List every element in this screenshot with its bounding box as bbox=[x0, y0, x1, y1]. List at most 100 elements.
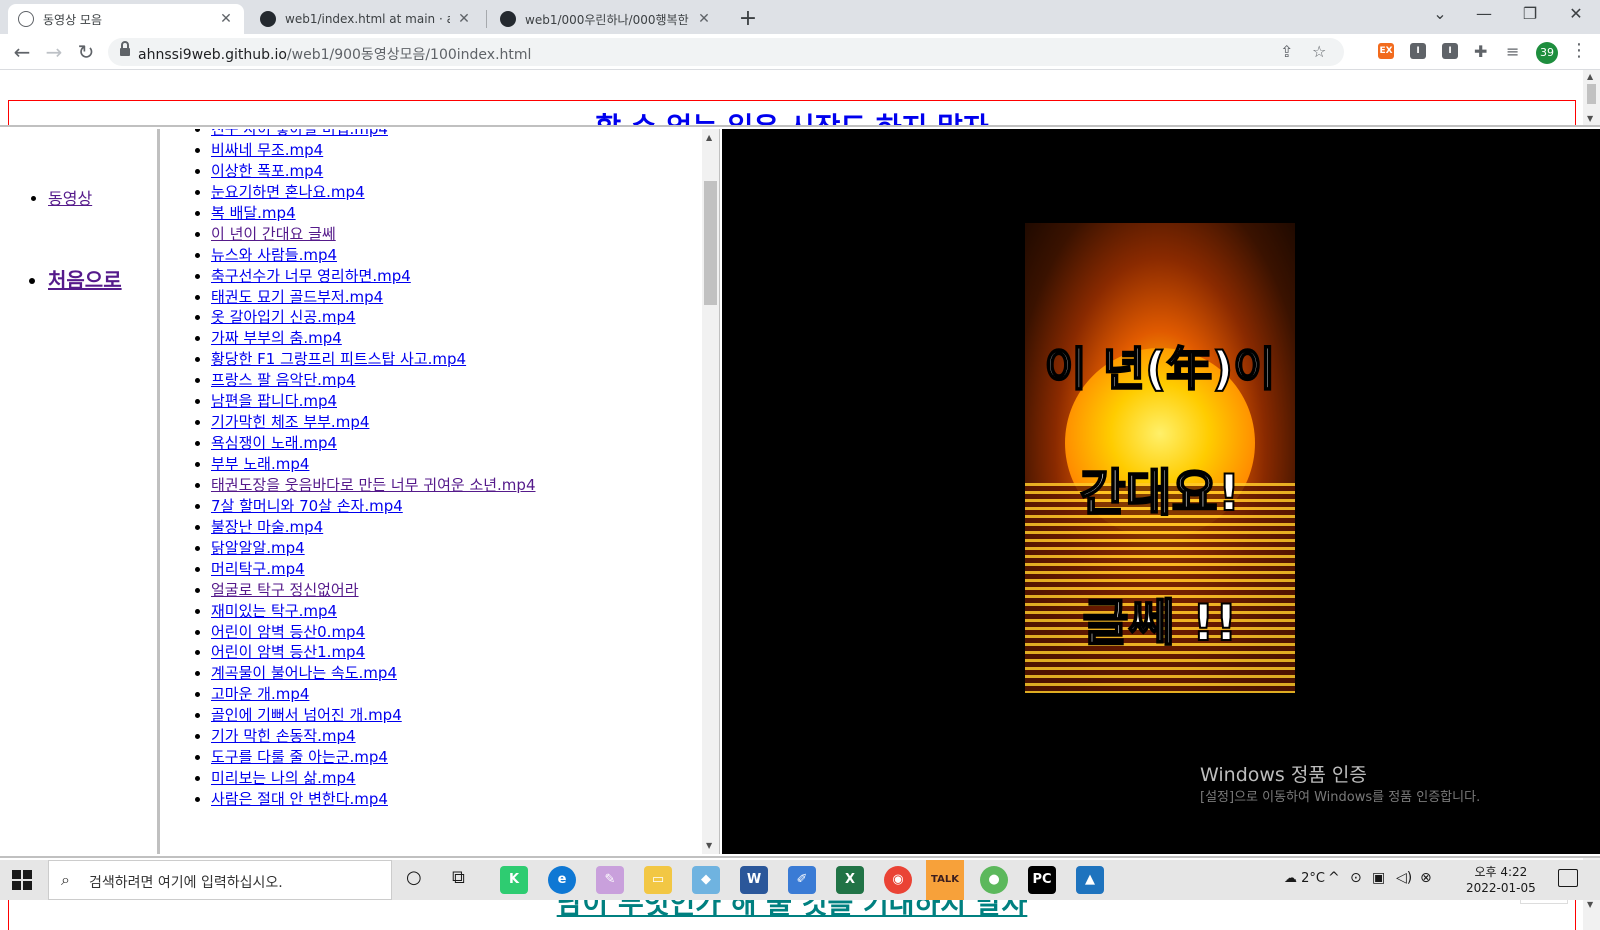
scroll-thumb[interactable] bbox=[704, 181, 717, 305]
video-link[interactable]: 욕심쟁이 노래.mp4 bbox=[211, 434, 337, 452]
video-link[interactable]: 재미있는 탁구.mp4 bbox=[211, 602, 337, 620]
video-link[interactable]: 축구선수가 너무 영리하면.mp4 bbox=[211, 267, 411, 285]
scroll-down-arrow-icon[interactable]: ▼ bbox=[1587, 900, 1593, 909]
close-tab-icon[interactable]: ✕ bbox=[218, 11, 234, 27]
cortana-icon[interactable]: ○ bbox=[406, 867, 422, 888]
video-link[interactable]: 태권도 묘기 골드부저.mp4 bbox=[211, 288, 383, 306]
scroll-up-arrow-icon[interactable]: ▲ bbox=[706, 133, 712, 142]
task-view-icon[interactable]: ⧉ bbox=[452, 867, 465, 888]
video-link[interactable]: 불장난 마술.mp4 bbox=[211, 518, 323, 536]
excel-icon[interactable]: X bbox=[836, 866, 864, 894]
chat-app-icon[interactable]: ● bbox=[980, 866, 1008, 894]
scroll-thumb[interactable] bbox=[1587, 84, 1596, 104]
back-button[interactable]: ← bbox=[10, 40, 34, 64]
share-icon[interactable]: ⇪ bbox=[1280, 42, 1293, 61]
volume-icon[interactable]: ◁) bbox=[1396, 870, 1412, 886]
video-link[interactable]: 프랑스 팔 음악단.mp4 bbox=[211, 371, 356, 389]
kotlin-app-icon[interactable]: K bbox=[500, 866, 528, 894]
scroll-down-arrow-icon[interactable]: ▼ bbox=[1587, 114, 1593, 123]
video-link[interactable]: 미리보는 나의 삶.mp4 bbox=[211, 769, 356, 787]
nav-link-home[interactable]: 처음으로 bbox=[48, 268, 122, 292]
file-explorer-icon[interactable]: ▭ bbox=[644, 866, 672, 894]
video-link[interactable]: 고마운 개.mp4 bbox=[211, 685, 309, 703]
extension-reader2-icon[interactable]: I bbox=[1442, 43, 1458, 59]
lock-icon[interactable] bbox=[120, 41, 130, 57]
video-link[interactable]: 기가막힌 체조 부부.mp4 bbox=[211, 413, 369, 431]
video-link[interactable]: 눈요기하면 혼나요.mp4 bbox=[211, 183, 365, 201]
browser-menu-icon[interactable]: ⋮ bbox=[1570, 40, 1588, 61]
video-list-item: 닭알알알.mp4 bbox=[211, 538, 536, 559]
video-link[interactable]: 가짜 부부의 춤.mp4 bbox=[211, 329, 342, 347]
video-link[interactable]: 어린이 암벽 등산1.mp4 bbox=[211, 643, 365, 661]
video-link[interactable]: 부부 노래.mp4 bbox=[211, 455, 309, 473]
ime-mode-icon[interactable]: ⊗ bbox=[1420, 870, 1432, 886]
minimize-button[interactable]: — bbox=[1464, 4, 1504, 23]
video-link[interactable]: 친구 사이 좋아질 비법.mp4 bbox=[211, 129, 388, 138]
video-link[interactable]: 7살 할머니와 70살 손자.mp4 bbox=[211, 497, 403, 515]
tab-github-happy-life[interactable]: web1/000우린하나/000행복한 삶 ✕ bbox=[490, 4, 722, 34]
tray-app-icon[interactable]: ⊙ bbox=[1350, 870, 1362, 886]
video-link[interactable]: 얼굴로 탁구 정신없어라 bbox=[211, 581, 359, 599]
video-list-scrollbar[interactable]: ▲ ▼ bbox=[702, 129, 719, 854]
tab-search-chevron-icon[interactable]: ⌄ bbox=[1420, 4, 1460, 23]
taskbar-clock[interactable]: 오후 4:22 2022-01-05 bbox=[1466, 864, 1536, 896]
nav-link-video[interactable]: 동영상 bbox=[48, 189, 92, 208]
puzzle-extensions-icon[interactable]: ✚ bbox=[1474, 42, 1487, 61]
video-link[interactable]: 도구를 다룰 줄 아는군.mp4 bbox=[211, 748, 388, 766]
video-link[interactable]: 복 배달.mp4 bbox=[211, 204, 296, 222]
video-link[interactable]: 어린이 암벽 등산0.mp4 bbox=[211, 623, 365, 641]
video-thumbnail[interactable]: 이 년(年)이 간대요! 글쎄 !! bbox=[1025, 223, 1295, 693]
weather-widget[interactable]: ☁ 2°C bbox=[1284, 871, 1325, 886]
scroll-down-arrow-icon[interactable]: ▼ bbox=[706, 841, 712, 850]
video-link[interactable]: 옷 갈아입기 신공.mp4 bbox=[211, 308, 356, 326]
paint-icon[interactable]: ✎ bbox=[596, 866, 624, 894]
video-link[interactable]: 태권도장을 웃음바다로 만든 너무 귀여운 소년.mp4 bbox=[211, 476, 536, 494]
video-link[interactable]: 남편을 팝니다.mp4 bbox=[211, 392, 337, 410]
edge-browser-icon[interactable]: e bbox=[548, 866, 576, 894]
video-link[interactable]: 머리탁구.mp4 bbox=[211, 560, 305, 578]
address-bar[interactable]: ahnssi9web.github.io/web1/900동영상모음/100in… bbox=[108, 38, 1344, 66]
tab-github-index[interactable]: web1/index.html at main · ahnssi ✕ bbox=[250, 4, 482, 34]
windows-start-icon[interactable] bbox=[12, 870, 32, 890]
close-tab-icon[interactable]: ✕ bbox=[456, 11, 472, 27]
video-link[interactable]: 계곡물이 불어나는 속도.mp4 bbox=[211, 664, 397, 682]
media-queue-icon[interactable]: ≡ bbox=[1506, 42, 1519, 61]
video-link[interactable]: 이상한 폭포.mp4 bbox=[211, 162, 323, 180]
notes-app-icon[interactable]: ◆ bbox=[692, 866, 720, 894]
notification-center-icon[interactable] bbox=[1558, 869, 1578, 887]
video-link[interactable]: 닭알알알.mp4 bbox=[211, 539, 305, 557]
top-heading[interactable]: 할 수 없는 일은 시작도 하지 말자 bbox=[0, 106, 1584, 125]
video-link[interactable]: 골인에 기뻐서 넘어진 개.mp4 bbox=[211, 706, 402, 724]
top-frame: 할 수 없는 일은 시작도 하지 말자 ▲ ▼ bbox=[0, 70, 1600, 127]
video-link[interactable]: 뉴스와 사람들.mp4 bbox=[211, 246, 337, 264]
close-window-button[interactable]: ✕ bbox=[1556, 4, 1596, 23]
tab-video-collection[interactable]: 동영상 모음 ✕ bbox=[8, 4, 244, 34]
new-tab-button[interactable]: + bbox=[736, 6, 760, 31]
video-link[interactable]: 황당한 F1 그랑프리 피트스탑 사고.mp4 bbox=[211, 350, 466, 368]
editor-app-icon[interactable]: ✐ bbox=[788, 866, 816, 894]
reload-button[interactable]: ↻ bbox=[74, 40, 98, 64]
kakaotalk-icon[interactable]: TALK bbox=[926, 860, 964, 900]
network-icon[interactable]: ▣ bbox=[1372, 870, 1385, 886]
forward-button[interactable]: → bbox=[42, 40, 66, 64]
video-link[interactable]: 기가 막힌 손동작.mp4 bbox=[211, 727, 356, 745]
scroll-up-arrow-icon[interactable]: ▲ bbox=[1587, 72, 1593, 81]
tab-title: web1/000우린하나/000행복한 삶 bbox=[525, 12, 690, 27]
video-link[interactable]: 사람은 절대 안 변한다.mp4 bbox=[211, 790, 388, 808]
taskbar-search-box[interactable]: ⌕ 검색하려면 여기에 입력하십시오. bbox=[48, 860, 392, 900]
restore-button[interactable]: ❐ bbox=[1510, 4, 1550, 23]
video-player-frame[interactable]: 이 년(年)이 간대요! 글쎄 !! bbox=[722, 129, 1600, 854]
top-frame-scrollbar[interactable]: ▲ ▼ bbox=[1583, 70, 1600, 125]
tray-chevron-icon[interactable]: ^ bbox=[1328, 870, 1340, 886]
extension-reader-icon[interactable]: I bbox=[1410, 43, 1426, 59]
bookmark-star-icon[interactable]: ☆ bbox=[1312, 42, 1326, 61]
photos-icon[interactable]: ▲ bbox=[1076, 866, 1104, 894]
video-link[interactable]: 이 년이 간대요 글쎄 bbox=[211, 225, 336, 243]
chrome-icon[interactable]: ◉ bbox=[884, 866, 912, 894]
profile-avatar[interactable]: 39 bbox=[1536, 42, 1558, 64]
pycharm-icon[interactable]: PC bbox=[1028, 866, 1056, 894]
close-tab-icon[interactable]: ✕ bbox=[696, 11, 712, 27]
extension-ex-icon[interactable]: EX bbox=[1378, 43, 1394, 59]
word-icon[interactable]: W bbox=[740, 866, 768, 894]
video-link[interactable]: 비싸네 무조.mp4 bbox=[211, 141, 323, 159]
